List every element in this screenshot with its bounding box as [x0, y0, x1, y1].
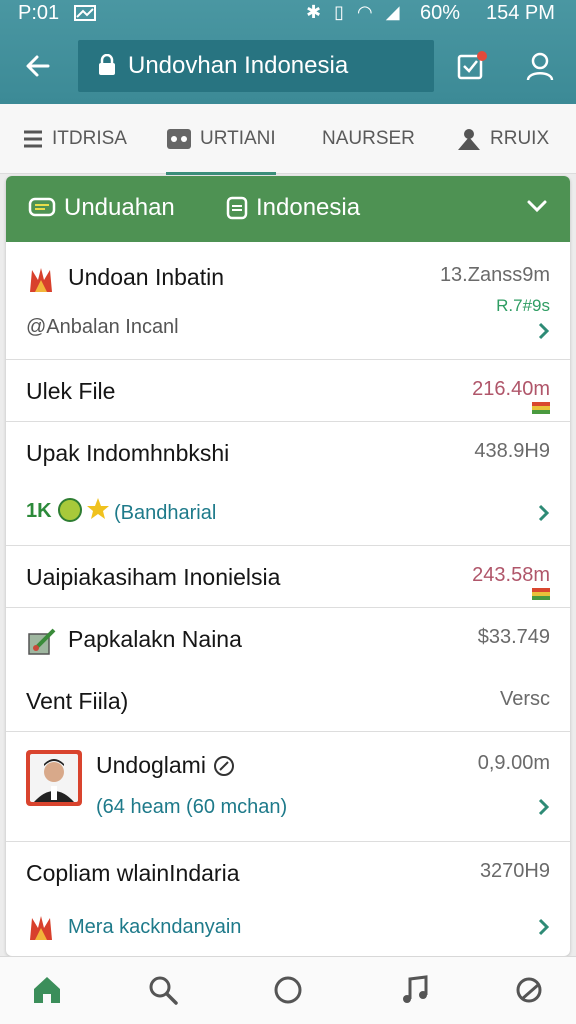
flag-icon	[532, 588, 550, 600]
flag-icon	[532, 402, 550, 414]
item-extra: R.7#9s	[496, 296, 550, 315]
list-item[interactable]: Papkalakn Naina $33.749 Vent Fiila) Vers…	[6, 608, 570, 732]
item-size: Versc	[499, 688, 550, 710]
item-title: Ulek File	[26, 378, 116, 404]
item-size: 0,9.00m	[477, 752, 550, 774]
status-bar: P:01 ✱ ▯ ◠ ◢ 60% 154 PM	[0, 0, 576, 28]
tab-rruix[interactable]: RRUIX	[456, 104, 549, 174]
tab-urtiani[interactable]: URTIANI	[166, 104, 276, 175]
item-size: 3270H9	[479, 860, 550, 882]
checkbox-icon[interactable]	[456, 50, 488, 82]
header-right-label: Indonesia	[256, 194, 361, 221]
item-size: $33.749	[477, 626, 550, 648]
chevron-right-icon[interactable]	[536, 918, 550, 936]
list-item[interactable]: Uaipiakasiham Inonielsia 243.58m	[6, 546, 570, 608]
card-header[interactable]: Unduahan Indonesia	[6, 176, 570, 242]
tab-bar: ITDRISA URTIANI NAURSER RRUIX	[0, 104, 576, 175]
user-lock-icon	[458, 129, 480, 150]
circle-icon[interactable]	[271, 973, 305, 1007]
item-subtitle: (Bandharial	[114, 502, 217, 524]
item-subtitle: @Anbalan Incanl	[26, 316, 179, 338]
tab-label: URTIANI	[200, 128, 276, 149]
gamepad-icon	[167, 129, 191, 149]
brush-icon	[28, 628, 56, 655]
chevron-right-icon[interactable]	[536, 798, 550, 816]
list-item[interactable]: Upak Indomhnbkshi 438.9H9 1K (Bandharial	[6, 422, 570, 546]
item-size: 216.40m	[472, 378, 550, 400]
item-size: 13.Zanss9m	[439, 264, 550, 286]
back-arrow-icon[interactable]	[22, 50, 54, 82]
search-icon[interactable]	[146, 973, 180, 1007]
tab-label: NAURSER	[322, 128, 415, 149]
list-item[interactable]: Copliam wlainIndaria 3270H9 Mera kacknda…	[6, 842, 570, 956]
item-title: Undoan Inbatin	[68, 264, 225, 290]
list-item[interactable]: Ulek File 216.40m	[6, 360, 570, 422]
chevron-down-icon[interactable]	[526, 198, 548, 214]
item-subtitle: (64 heam (60 mchan)	[96, 796, 288, 818]
tab-naurser[interactable]: NAURSER	[322, 104, 415, 174]
chat-icon	[28, 197, 56, 217]
url-bar[interactable]: Undovhan Indonesia	[78, 40, 434, 92]
item-title: Undoglami	[96, 752, 206, 778]
header-downloads: Unduahan	[28, 194, 175, 222]
item-title: Vent Fiila)	[26, 688, 129, 714]
bottom-navigation	[0, 956, 576, 1024]
status-time: P:01	[18, 2, 60, 24]
mail-icon	[74, 5, 96, 21]
user-icon[interactable]	[524, 50, 556, 82]
signal-icons: ✱ ▯ ◠ ◢	[306, 2, 404, 22]
item-prefix: 1K	[26, 500, 52, 522]
item-title: Copliam wlainIndaria	[26, 860, 240, 886]
item-size: 438.9H9	[474, 440, 550, 462]
header-left-label: Unduahan	[64, 194, 175, 221]
gauge-icon	[214, 756, 234, 776]
lock-icon	[99, 54, 115, 75]
header-indonesia: Indonesia	[226, 194, 360, 222]
avatar	[26, 750, 82, 806]
music-icon[interactable]	[398, 973, 432, 1007]
tab-itdrisa[interactable]: ITDRISA	[22, 104, 127, 174]
item-title: Papkalakn Naina	[68, 626, 242, 652]
url-text: Undovhan Indonesia	[128, 52, 349, 79]
badge-star-icon	[58, 498, 109, 522]
chevron-right-icon[interactable]	[536, 504, 550, 522]
app-bar: P:01 ✱ ▯ ◠ ◢ 60% 154 PM Undovhan Indones…	[0, 0, 576, 104]
battery-level: 60%	[420, 2, 461, 24]
list-icon	[24, 130, 42, 148]
document-icon	[226, 196, 248, 220]
item-size: 243.58m	[472, 564, 550, 586]
settings-icon[interactable]	[512, 973, 546, 1007]
tab-label: ITDRISA	[52, 128, 127, 149]
tab-label: RRUIX	[490, 128, 550, 149]
home-icon[interactable]	[30, 973, 64, 1007]
item-subtitle: Mera kackndanyain	[68, 916, 242, 938]
list-item[interactable]: Undoglami 0,9.00m (64 heam (60 mchan)	[6, 732, 570, 842]
fire-icon	[30, 268, 52, 292]
item-title: Upak Indomhnbkshi	[26, 440, 230, 466]
fire-icon	[30, 916, 52, 940]
status-clock: 154 PM	[486, 2, 555, 24]
chevron-right-icon[interactable]	[536, 322, 550, 340]
item-title: Uaipiakasiham Inonielsia	[26, 564, 281, 590]
list-item[interactable]: Undoan Inbatin 13.Zanss9m @Anbalan Incan…	[6, 242, 570, 360]
downloads-card: Unduahan Indonesia Undoan Inbatin 13.Zan…	[6, 176, 570, 956]
